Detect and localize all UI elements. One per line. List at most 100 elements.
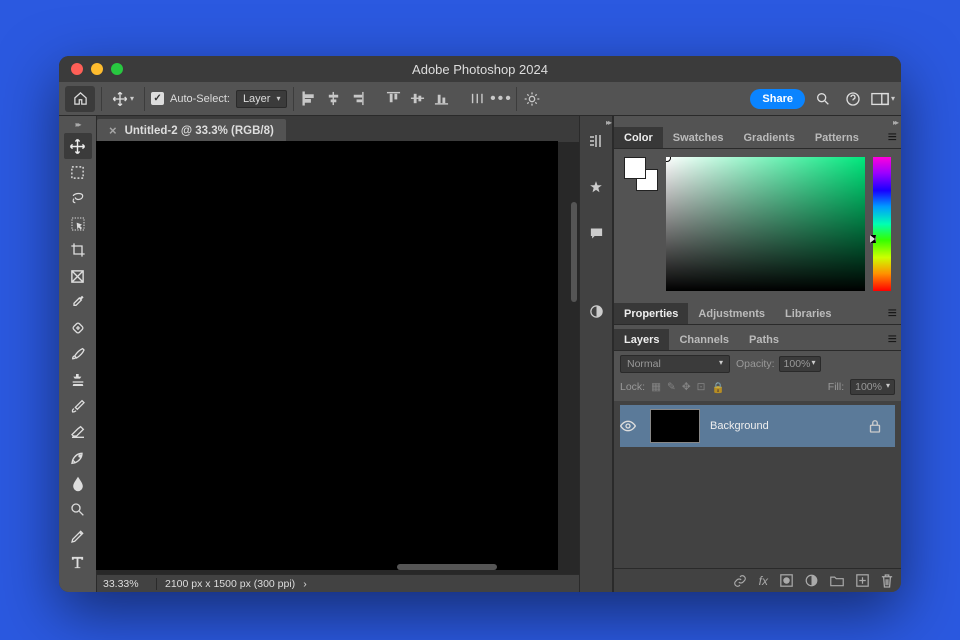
foreground-background-swatch[interactable] [624,157,658,191]
link-layers-icon[interactable] [733,574,747,588]
bars-icon[interactable] [585,130,607,152]
zoom-window-button[interactable] [111,63,123,75]
object-select-tool[interactable] [64,211,92,237]
align-right-edges-button[interactable] [348,90,366,108]
layer-mask-icon[interactable] [780,574,793,587]
panel-menu-icon[interactable]: ≡ [888,305,897,323]
align-left-edges-button[interactable] [300,90,318,108]
lock-pixels-icon[interactable]: ▦ [651,381,661,394]
home-button[interactable] [65,86,95,112]
eye-icon [620,420,636,432]
clone-stamp-tool[interactable] [64,367,92,393]
foreground-color-swatch[interactable] [624,157,646,179]
document-tab[interactable]: × Untitled-2 @ 33.3% (RGB/8) [97,119,286,142]
layer-name[interactable]: Background [710,420,869,432]
marquee-tool[interactable] [64,159,92,185]
eyedropper-tool[interactable] [64,289,92,315]
adjustment-layer-icon[interactable] [805,574,818,587]
type-tool[interactable] [64,549,92,575]
tab-paths[interactable]: Paths [739,329,789,350]
canvas-viewport[interactable] [97,142,579,574]
more-options-button[interactable]: ••• [492,90,510,108]
color-field[interactable] [666,157,865,291]
align-bottom-edges-button[interactable] [432,90,450,108]
tab-color[interactable]: Color [614,127,663,148]
eraser-tool[interactable] [64,419,92,445]
hue-slider[interactable] [873,157,891,291]
layer-style-icon[interactable]: fx [759,574,768,588]
align-top-edges-button[interactable] [384,90,402,108]
distribute-horizontal-button[interactable] [468,90,486,108]
layer-row[interactable]: Background [620,405,895,447]
document-dimensions[interactable]: 2100 px x 1500 px (300 ppi) › [157,578,315,590]
delete-layer-icon[interactable] [881,574,893,588]
tab-swatches[interactable]: Swatches [663,127,734,148]
blur-tool[interactable] [64,471,92,497]
dodge-tool[interactable] [64,497,92,523]
app-body: ▸▸ × Untitled-2 @ 33.3% (RGB/ [59,116,901,592]
layer-thumbnail[interactable] [650,409,700,443]
vertical-scrollbar[interactable] [571,202,577,302]
tab-properties[interactable]: Properties [614,303,688,324]
workspace-switcher[interactable]: ▾ [871,87,895,111]
opacity-input[interactable]: 100% ▾ [779,356,821,372]
tab-libraries[interactable]: Libraries [775,303,841,324]
expand-panels-button[interactable]: ▸▸ [606,118,610,127]
close-window-button[interactable] [71,63,83,75]
lock-all-icon[interactable]: 🔒 [711,381,724,394]
align-horizontal-centers-button[interactable] [324,90,342,108]
close-tab-icon[interactable]: × [109,123,117,138]
search-button[interactable] [811,87,835,111]
chevron-down-icon: ▾ [812,358,816,370]
share-button[interactable]: Share [750,89,805,109]
spot-heal-tool[interactable] [64,315,92,341]
lock-artboard-icon[interactable]: ⊡ [697,381,706,394]
panel-menu-icon[interactable]: ≡ [888,331,897,349]
tab-patterns[interactable]: Patterns [805,127,869,148]
tab-layers[interactable]: Layers [614,329,669,350]
tab-gradients[interactable]: Gradients [733,127,804,148]
auto-select-checkbox[interactable] [151,92,164,105]
app-window: Adobe Photoshop 2024 ▾ Auto-Select: Laye… [59,56,901,592]
horizontal-scrollbar[interactable] [397,564,497,570]
help-button[interactable] [841,87,865,111]
auto-select-target-select[interactable]: Layer ▾ [236,90,288,108]
chevron-down-icon: ▾ [891,94,895,103]
frame-tool[interactable] [64,263,92,289]
gradient-tool[interactable] [64,445,92,471]
pen-tool[interactable] [64,523,92,549]
select-value: Layer [243,93,271,105]
canvas[interactable] [97,142,557,569]
collapse-panels-button[interactable]: ▸▸ [614,116,901,127]
layer-options-row: Normal ▾ Opacity: 100% ▾ [614,351,901,377]
comment-icon[interactable] [585,222,607,244]
expand-tools-button[interactable]: ▸▸ [75,120,79,129]
adjust-icon[interactable] [585,300,607,322]
layer-lock-icon[interactable] [869,419,895,433]
minimize-window-button[interactable] [91,63,103,75]
zoom-level[interactable]: 33.33% [97,578,157,590]
move-tool[interactable] [64,133,92,159]
new-group-icon[interactable] [830,575,844,587]
star-icon[interactable] [585,176,607,198]
3d-mode-button[interactable] [523,90,541,108]
tab-channels[interactable]: Channels [669,329,739,350]
new-layer-icon[interactable] [856,574,869,587]
brush-tool[interactable] [64,341,92,367]
panel-menu-icon[interactable]: ≡ [888,129,897,147]
blend-mode-select[interactable]: Normal ▾ [620,355,730,373]
workspace-icon [871,92,889,106]
auto-select-label: Auto-Select: [170,93,230,105]
lock-position-icon[interactable]: ✥ [682,381,691,394]
lasso-tool[interactable] [64,185,92,211]
tool-preset-picker[interactable]: ▾ [108,91,138,107]
fill-input[interactable]: 100% ▾ [850,379,895,395]
document-area: × Untitled-2 @ 33.3% (RGB/8) 33.33% 2100… [97,116,579,592]
tab-adjustments[interactable]: Adjustments [688,303,775,324]
align-vertical-centers-button[interactable] [408,90,426,108]
hue-slider-thumb[interactable] [870,235,876,243]
lock-brush-icon[interactable]: ✎ [667,381,676,394]
history-brush-tool[interactable] [64,393,92,419]
crop-tool[interactable] [64,237,92,263]
visibility-toggle[interactable] [620,420,650,432]
